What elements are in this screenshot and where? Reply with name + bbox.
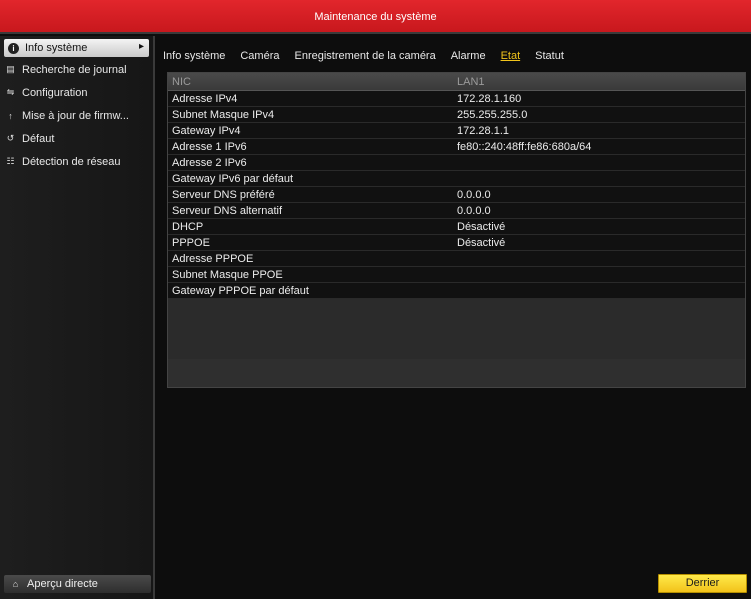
chevron-right-icon: ▸ [138,41,144,52]
table-row: Serveur DNS alternatif 0.0.0.0 [168,203,745,219]
row-value: 172.28.1.160 [457,92,522,105]
sidebar-item-recherche-journal[interactable]: ▤ Recherche de journal [0,58,153,81]
table-row: Adresse 2 IPv6 [168,155,745,171]
tab-info-systeme[interactable]: Info système [163,50,225,66]
network-status-table: NIC LAN1 Adresse IPv4 172.28.1.160 Subnet… [167,72,746,388]
header-lan1: LAN1 [457,75,485,88]
row-label: PPPOE [172,236,210,249]
live-view-button[interactable]: ⌂ Aperçu directe [4,575,151,593]
sidebar-item-label: Configuration [22,86,88,99]
tab-alarme[interactable]: Alarme [451,50,486,66]
tab-camera[interactable]: Caméra [240,50,279,66]
row-label: Gateway IPv6 par défaut [172,172,294,185]
row-label: Serveur DNS préféré [172,188,275,201]
row-label: Serveur DNS alternatif [172,204,283,217]
row-value: 255.255.255.0 [457,108,528,121]
table-row: Adresse PPPOE [168,251,745,267]
tab-statut[interactable]: Statut [535,50,564,66]
header-nic: NIC [172,75,191,88]
row-value: fe80::240:48ff:fe86:680a/64 [457,140,592,153]
row-label: Gateway PPPOE par défaut [172,284,309,297]
sidebar-item-label: Mise à jour de firmw... [22,109,129,122]
default-icon: ↺ [6,133,15,143]
table-header: NIC LAN1 [168,73,745,91]
table-row: PPPOE Désactivé [168,235,745,251]
row-value: Désactivé [457,220,506,233]
live-view-label: Aperçu directe [27,578,98,590]
log-icon: ▤ [6,64,15,74]
sidebar: i Info système ▸ ▤ Recherche de journal … [0,36,155,599]
table-row: Gateway IPv4 172.28.1.1 [168,123,745,139]
config-icon: ⇋ [6,87,15,97]
sidebar-item-configuration[interactable]: ⇋ Configuration [0,81,153,104]
tab-etat[interactable]: Etat [501,50,521,66]
tab-enregistrement[interactable]: Enregistrement de la caméra [294,50,435,66]
row-value: Désactivé [457,236,506,249]
table-row: Gateway IPv6 par défaut [168,171,745,187]
sidebar-item-label: Détection de réseau [22,155,121,168]
sidebar-item-defaut[interactable]: ↺ Défaut [0,127,153,150]
row-label: Subnet Masque PPOE [172,268,283,281]
table-row: Serveur DNS préféré 0.0.0.0 [168,187,745,203]
row-value: 0.0.0.0 [457,204,491,217]
row-label: Gateway IPv4 [172,124,241,137]
sidebar-item-label: Défaut [22,132,55,145]
window-title: Maintenance du système [0,0,751,34]
table-row: Subnet Masque PPOE [168,267,745,283]
row-label: Adresse 2 IPv6 [172,156,247,169]
main-content: Info système Caméra Enregistrement de la… [157,36,751,599]
row-value: 0.0.0.0 [457,188,491,201]
sidebar-item-mise-a-jour[interactable]: ↑ Mise à jour de firmw... [0,104,153,127]
table-row: Adresse IPv4 172.28.1.160 [168,91,745,107]
row-label: Adresse PPPOE [172,252,254,265]
sidebar-item-info-systeme[interactable]: i Info système ▸ [4,39,149,57]
back-button[interactable]: Derrier [658,574,747,593]
row-label: Subnet Masque IPv4 [172,108,275,121]
network-icon: ☷ [6,156,15,166]
table-row: Adresse 1 IPv6 fe80::240:48ff:fe86:680a/6… [168,139,745,155]
sidebar-item-detection-reseau[interactable]: ☷ Détection de réseau [0,150,153,173]
row-label: Adresse IPv4 [172,92,238,105]
upgrade-icon: ↑ [8,110,13,121]
table-row: Gateway PPPOE par défaut [168,283,745,299]
row-label: Adresse 1 IPv6 [172,140,247,153]
home-icon: ⌂ [12,579,19,589]
row-label: DHCP [172,220,204,233]
row-value: 172.28.1.1 [457,124,509,137]
table-row: Subnet Masque IPv4 255.255.255.0 [168,107,745,123]
tab-bar: Info système Caméra Enregistrement de la… [163,50,579,66]
sidebar-item-label: Info système [25,42,88,54]
sidebar-item-label: Recherche de journal [22,63,127,76]
table-row: DHCP Désactivé [168,219,745,235]
info-icon: i [8,42,19,54]
table-empty-area [168,299,745,359]
